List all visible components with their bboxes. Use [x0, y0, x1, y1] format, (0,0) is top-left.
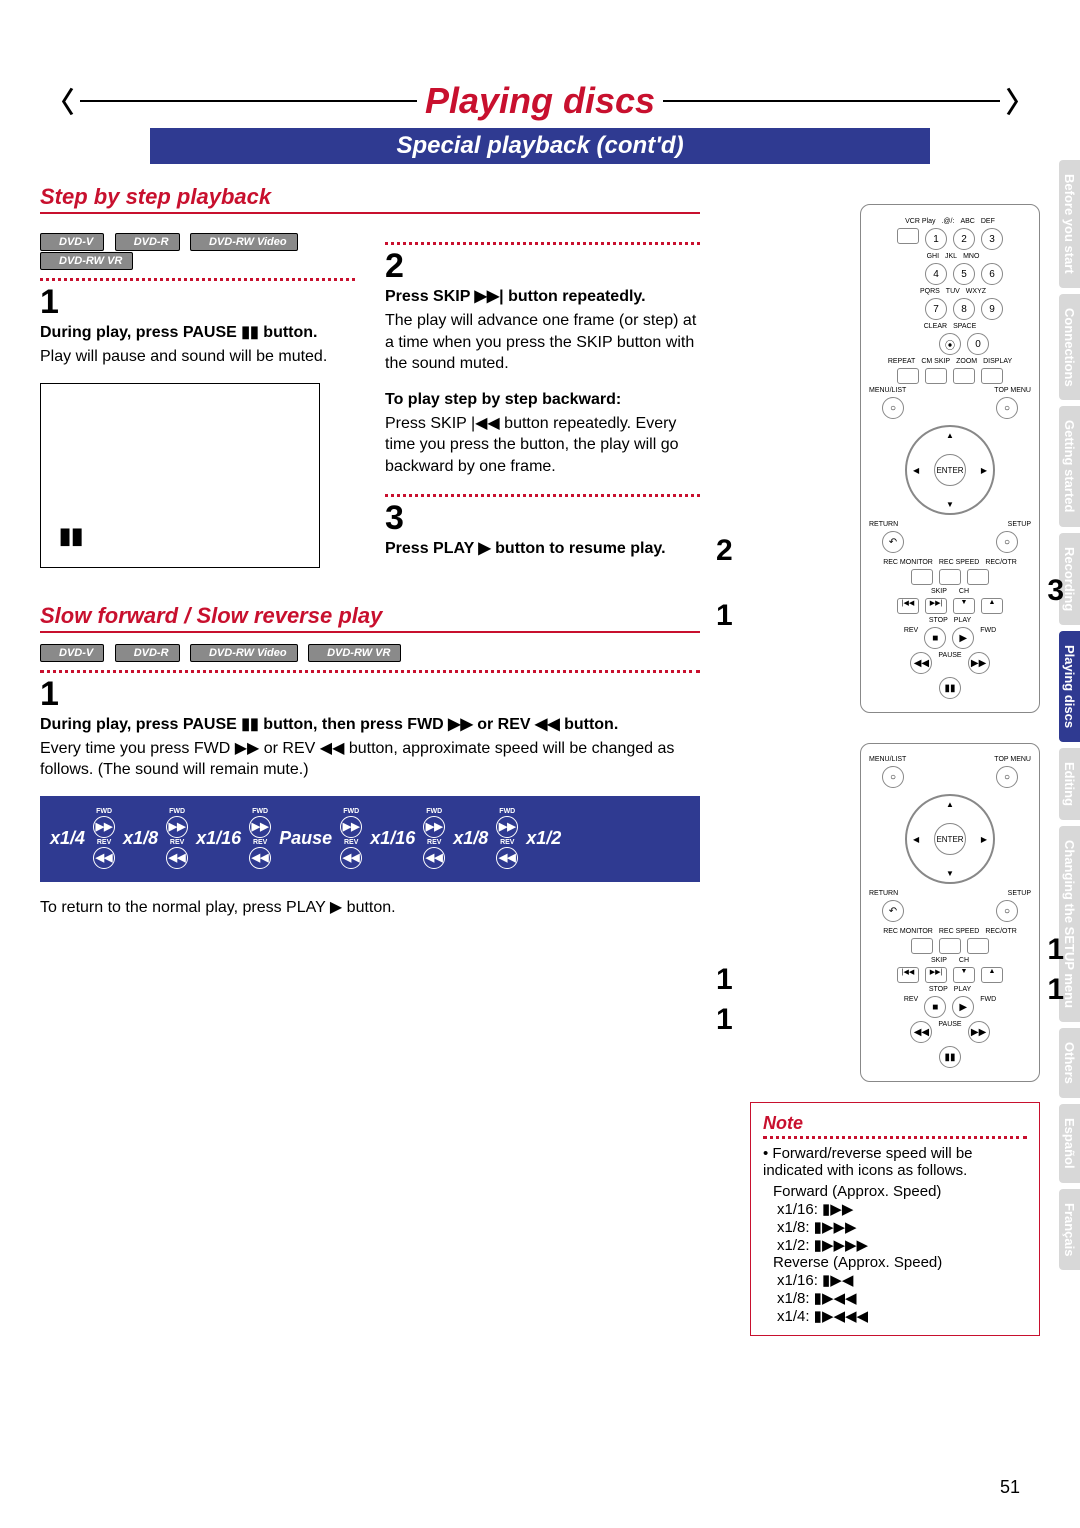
- note-body: Forward/reverse speed will be indicated …: [763, 1145, 973, 1179]
- chevron-left-icon: 〈: [40, 81, 80, 121]
- slow-step-1-instruction: During play, press PAUSE ▮▮ button, then…: [40, 714, 700, 734]
- dpad[interactable]: ▲ ◀ ▶ ▼ ENTER: [905, 425, 995, 515]
- note-box: Note • Forward/reverse speed will be ind…: [750, 1102, 1040, 1336]
- page-title: Playing discs: [417, 80, 663, 122]
- tab-espanol[interactable]: Español: [1059, 1104, 1080, 1183]
- side-tabs: Before you start Connections Getting sta…: [1059, 160, 1080, 1270]
- callout-1: 1: [716, 599, 733, 633]
- tv-screenshot: ▮▮: [40, 383, 320, 568]
- step-1-number: 1: [40, 283, 355, 322]
- step-2-body: The play will advance one frame (or step…: [385, 310, 700, 375]
- pause-icon: ▮▮: [59, 523, 83, 549]
- speed-diagram: x1/4 FWD▶▶REV◀◀ x1/8 FWD▶▶REV◀◀ x1/16 FW…: [40, 796, 700, 882]
- callout-b2: 1: [716, 1003, 733, 1037]
- tab-connections[interactable]: Connections: [1059, 294, 1080, 401]
- slow-return-text: To return to the normal play, press PLAY…: [40, 897, 700, 919]
- page-title-bar: 〈 Playing discs 〉: [40, 80, 1040, 122]
- tab-francais[interactable]: Français: [1059, 1189, 1080, 1270]
- page-number: 51: [1000, 1477, 1020, 1498]
- callout-b3: 1: [1047, 933, 1064, 967]
- dpad-2[interactable]: ▲ ◀ ▶ ▼ ENTER: [905, 794, 995, 884]
- section-slow-play: Slow forward / Slow reverse play: [40, 603, 700, 633]
- tab-before[interactable]: Before you start: [1059, 160, 1080, 288]
- tab-editing[interactable]: Editing: [1059, 748, 1080, 820]
- disc-badges: DVD-V DVD-R DVD-RW Video DVD-RW VR: [40, 232, 355, 270]
- backward-body: Press SKIP |◀◀ button repeatedly. Every …: [385, 413, 700, 478]
- section-step-playback: Step by step playback: [40, 184, 700, 214]
- step-3-number: 3: [385, 499, 700, 538]
- callout-b4: 1: [1047, 973, 1064, 1007]
- callout-b1: 1: [716, 963, 733, 997]
- note-title: Note: [763, 1113, 1027, 1134]
- step-3-instruction: Press PLAY ▶ button to resume play.: [385, 538, 700, 558]
- chevron-right-icon: 〉: [1000, 81, 1040, 121]
- step-1-instruction: During play, press PAUSE ▮▮ button.: [40, 322, 355, 342]
- step-2-instruction: Press SKIP ▶▶| button repeatedly.: [385, 286, 700, 306]
- disc-badges-2: DVD-V DVD-R DVD-RW Video DVD-RW VR: [40, 643, 700, 662]
- callout-2: 2: [716, 534, 733, 568]
- tab-getting[interactable]: Getting started: [1059, 406, 1080, 526]
- note-fwd-label: Forward (Approx. Speed): [773, 1183, 1027, 1200]
- step-2-number: 2: [385, 247, 700, 286]
- callout-3: 3: [1047, 574, 1064, 608]
- tab-playing[interactable]: Playing discs: [1059, 631, 1080, 742]
- slow-step-1-number: 1: [40, 675, 700, 714]
- remote-control-bottom: MENU/LISTTOP MENU ○○ ▲ ◀ ▶ ▼ ENTER RETUR…: [860, 743, 1040, 1082]
- step-1-body: Play will pause and sound will be muted.: [40, 346, 355, 368]
- slow-step-1-body: Every time you press FWD ▶▶ or REV ◀◀ bu…: [40, 738, 700, 781]
- page-subtitle: Special playback (cont'd): [150, 128, 930, 164]
- note-rev-label: Reverse (Approx. Speed): [773, 1254, 1027, 1271]
- remote-control-top: VCR Play.@/:ABCDEF 123 GHIJKLMNO 456 PQR…: [860, 204, 1040, 713]
- tab-others[interactable]: Others: [1059, 1028, 1080, 1098]
- backward-title: To play step by step backward:: [385, 391, 700, 409]
